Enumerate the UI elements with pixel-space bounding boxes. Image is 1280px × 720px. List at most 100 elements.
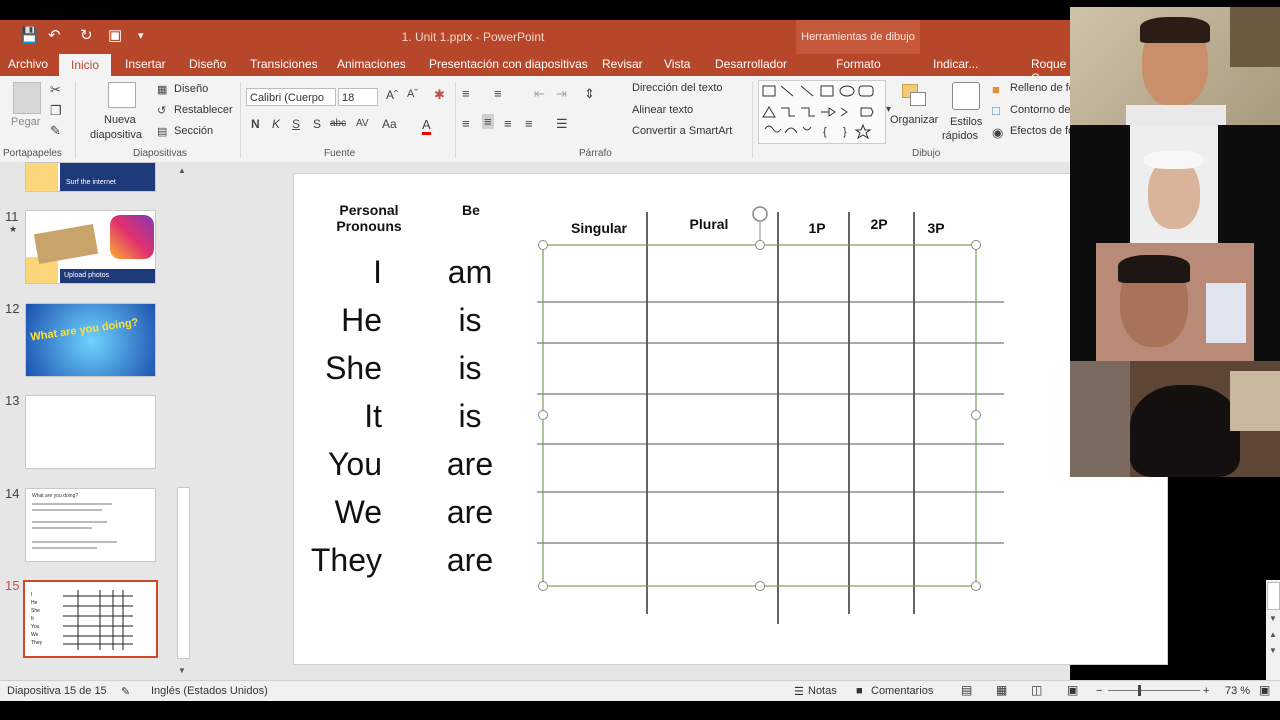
quick-styles-icon[interactable] <box>952 82 980 110</box>
tab-archivo[interactable]: Archivo <box>8 57 48 71</box>
ribbon-tabs: Archivo Inicio Insertar Diseño Transicio… <box>0 54 1070 85</box>
numbering-icon[interactable]: ≡ <box>494 86 502 101</box>
zoom-slider-thumb[interactable] <box>1138 685 1141 696</box>
reset-button[interactable]: Restablecer <box>174 104 233 116</box>
slide-thumbnail-14[interactable]: What are you doing? <box>25 488 156 562</box>
editor-scrollbar[interactable]: ▼ ▲ ▼ <box>1266 580 1280 680</box>
new-slide-button[interactable]: Nueva <box>104 114 136 126</box>
notes-button[interactable]: Notas <box>808 685 837 697</box>
slide-number: 13 <box>5 393 20 408</box>
align-right-icon[interactable]: ≡ <box>504 116 512 131</box>
svg-text:He: He <box>31 600 38 606</box>
quick-styles-button-line2[interactable]: rápidos <box>942 130 978 142</box>
svg-text:You: You <box>31 624 40 630</box>
comments-button[interactable]: Comentarios <box>871 685 933 697</box>
zoom-slider[interactable] <box>1108 690 1200 691</box>
columns-icon[interactable]: ☰ <box>556 116 568 132</box>
format-painter-icon[interactable]: ✎ <box>50 123 61 139</box>
font-name-select[interactable]: Calibri (Cuerpo <box>246 88 336 106</box>
font-color-icon[interactable]: A <box>422 117 431 135</box>
thumb-caption: Surf the internet <box>66 179 116 186</box>
svg-text:They: They <box>31 640 43 646</box>
slide-canvas[interactable]: Personal Pronouns Be I He She It You We … <box>293 173 1168 665</box>
thumb-caption: What are you doing? <box>32 493 79 499</box>
normal-view-icon[interactable]: ▤ <box>961 683 972 697</box>
strikethrough-icon[interactable]: abc <box>330 118 346 129</box>
arrange-button[interactable]: Organizar <box>890 114 938 126</box>
slide-thumbnail-10[interactable]: Surf the internet <box>25 162 156 192</box>
conjugation-table-lines <box>537 206 1004 624</box>
align-left-icon[interactable]: ≡ <box>462 116 470 131</box>
tab-formato[interactable]: Formato <box>836 57 881 71</box>
tab-presentacion[interactable]: Presentación con diapositivas <box>429 57 588 71</box>
font-size-select[interactable]: 18 <box>338 88 378 106</box>
comments-icon: ■ <box>856 685 863 697</box>
tab-desarrollador[interactable]: Desarrollador <box>715 57 787 71</box>
tab-animaciones[interactable]: Animaciones <box>337 57 406 71</box>
tab-diseno[interactable]: Diseño <box>189 57 226 71</box>
shape-fill-button[interactable]: Relleno de fo <box>1010 82 1075 94</box>
slide-thumbnail-11[interactable]: Upload photos <box>25 210 156 284</box>
zoom-in-icon[interactable]: + <box>1203 685 1209 697</box>
header-singular: Singular <box>570 220 627 236</box>
arrange-icon[interactable] <box>900 82 928 108</box>
participant-video-3[interactable] <box>1096 243 1254 361</box>
thumbnail-scrollbar[interactable]: ▲ ▼ <box>176 162 190 680</box>
tab-transiciones[interactable]: Transiciones <box>250 57 318 71</box>
copy-icon[interactable]: ❐ <box>50 103 62 119</box>
shapes-gallery[interactable]: { } <box>758 80 886 144</box>
tab-revisar[interactable]: Revisar <box>602 57 643 71</box>
tell-me-search[interactable]: Indicar... <box>933 57 978 71</box>
participant-video-teacher[interactable] <box>1070 7 1280 125</box>
paste-button[interactable]: Pegar <box>11 116 40 128</box>
slide-number: 12 <box>5 301 20 316</box>
bullets-icon[interactable]: ≡ <box>462 86 470 101</box>
grow-font-icon[interactable]: Aˆ <box>386 88 398 102</box>
shape-outline-button[interactable]: Contorno de <box>1010 104 1071 116</box>
convert-smartart-button[interactable]: Convertir a SmartArt <box>632 125 732 137</box>
fit-slide-icon[interactable]: ▣ <box>1259 683 1270 697</box>
shape-effects-button[interactable]: Efectos de fo <box>1010 125 1074 137</box>
section-button[interactable]: Sección <box>174 125 213 137</box>
cut-icon[interactable]: ✂ <box>50 82 61 98</box>
italic-icon[interactable]: K <box>272 117 280 131</box>
zoom-level[interactable]: 73 % <box>1225 685 1250 697</box>
change-case-icon[interactable]: Aa <box>382 117 397 131</box>
participant-video-4[interactable] <box>1070 361 1280 477</box>
tab-insertar[interactable]: Insertar <box>125 57 166 71</box>
slide-sorter-icon[interactable]: ▦ <box>996 683 1007 697</box>
slide-thumbnail-15[interactable]: I He She It You We They <box>23 580 158 658</box>
clear-format-icon[interactable]: ✱ <box>434 87 445 103</box>
text-direction-button[interactable]: Dirección del texto <box>632 82 723 94</box>
participant-video-2[interactable] <box>1130 125 1218 243</box>
shapes-icon: { } <box>762 85 874 140</box>
slide-thumbnail-12[interactable]: What are you doing? <box>25 303 156 377</box>
spellcheck-icon[interactable]: ✎ <box>121 685 130 698</box>
shadow-icon[interactable]: S <box>313 117 321 131</box>
slide-thumbnail-13[interactable] <box>25 395 156 469</box>
scroll-thumb[interactable] <box>177 487 190 659</box>
language-indicator[interactable]: Inglés (Estados Unidos) <box>151 685 268 697</box>
tab-vista[interactable]: Vista <box>664 57 690 71</box>
paste-icon[interactable] <box>13 82 41 114</box>
underline-icon[interactable]: S <box>292 117 300 131</box>
slideshow-icon[interactable]: ▣ <box>1067 683 1078 697</box>
align-text-button[interactable]: Alinear texto <box>632 104 693 116</box>
shrink-font-icon[interactable]: Aˇ <box>407 88 418 100</box>
spacing-icon[interactable]: AV <box>356 118 369 129</box>
layout-button[interactable]: Diseño <box>174 83 208 95</box>
decrease-indent-icon[interactable]: ⇤ <box>534 86 545 102</box>
zoom-out-icon[interactable]: − <box>1096 685 1102 697</box>
tab-inicio[interactable]: Inicio <box>59 54 112 76</box>
new-slide-button-line2[interactable]: diapositiva <box>90 129 142 141</box>
bold-icon[interactable]: N <box>251 117 260 131</box>
effects-icon: ◉ <box>992 125 1004 140</box>
line-spacing-icon[interactable]: ⇕ <box>584 86 595 102</box>
align-center-icon[interactable]: ≡ <box>482 114 494 129</box>
reading-view-icon[interactable]: ◫ <box>1031 683 1042 697</box>
reset-icon: ↺ <box>157 105 167 117</box>
justify-icon[interactable]: ≡ <box>525 116 533 131</box>
increase-indent-icon[interactable]: ⇥ <box>556 86 567 102</box>
quick-styles-button[interactable]: Estilos <box>950 116 982 128</box>
new-slide-icon[interactable] <box>108 82 136 108</box>
